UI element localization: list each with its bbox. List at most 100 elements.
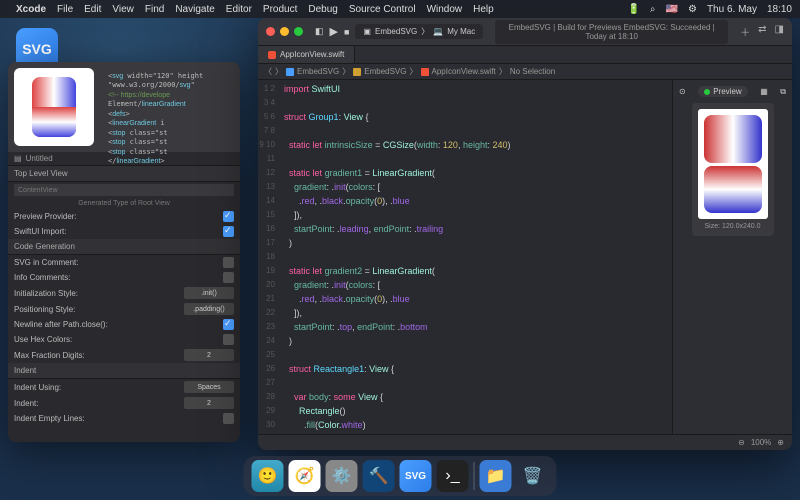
section-toplevel: Top Level View (8, 166, 240, 182)
checkbox[interactable] (223, 334, 234, 345)
setting-label: Use Hex Colors: (14, 335, 72, 344)
code-editor[interactable]: 1 2 3 4 5 6 7 8 9 10 11 12 13 14 15 16 1… (258, 80, 672, 434)
nav-back-icon[interactable]: 〈 (264, 66, 272, 77)
canvas-device-icon[interactable]: ▦ (760, 87, 768, 96)
checkbox[interactable] (223, 257, 234, 268)
svgshaper-window: <svg width="120" height"www.w3.org/2000/… (8, 62, 240, 442)
setting-row: Max Fraction Digits:2 (8, 347, 240, 363)
preview-canvas: ⊙ Preview ▦ ⧉ Size: 120.0x240.0 (672, 80, 792, 434)
zoom-out-icon[interactable]: ⊖ (738, 438, 745, 447)
menu-app[interactable]: Xcode (16, 4, 46, 15)
svg-preview[interactable] (14, 68, 94, 146)
setting-row: Use Hex Colors: (8, 332, 240, 347)
setting-label: Indent: (14, 399, 38, 408)
activity-status: EmbedSVG | Build for Previews EmbedSVG: … (495, 20, 728, 44)
setting-row: Indent Using: Spaces (8, 379, 240, 395)
checkbox[interactable] (223, 319, 234, 330)
select-control[interactable]: .padding() (184, 303, 234, 315)
checkbox[interactable] (223, 413, 234, 424)
menu-window[interactable]: Window (427, 4, 463, 15)
wifi-icon[interactable]: ⌕ (650, 4, 656, 15)
zoom-in-icon[interactable]: ⊕ (777, 438, 784, 447)
dock-svgshaper[interactable]: SVG (400, 460, 432, 492)
nav-fwd-icon[interactable]: 〉 (275, 66, 283, 77)
section-indent: Indent (8, 363, 240, 379)
canvas-frame[interactable]: Size: 120.0x240.0 (692, 103, 774, 236)
setting-label: Indent Using: (14, 383, 61, 392)
dock-finder[interactable]: 🙂 (252, 460, 284, 492)
xcode-window: ◧ ▶ ■ ▣EmbedSVG〉💻My Mac EmbedSVG | Build… (258, 18, 792, 450)
setting-row: SVG in Comment: (8, 255, 240, 270)
checkbox[interactable] (223, 211, 234, 222)
canvas-pin-icon[interactable]: ⊙ (679, 87, 686, 96)
menubar-date[interactable]: Thu 6. May (707, 4, 757, 15)
menu-debug[interactable]: Debug (308, 4, 337, 15)
setting-row: Newline after Path.close(): (8, 317, 240, 332)
inspectors-toggle-icon[interactable]: ◨ (775, 24, 784, 39)
dock-downloads[interactable]: 📁 (480, 460, 512, 492)
setting-row: Positioning Style: .padding() (8, 301, 240, 317)
menubar-time[interactable]: 18:10 (767, 4, 792, 15)
select-control[interactable]: 2 (184, 349, 234, 361)
menu-editor[interactable]: Editor (226, 4, 252, 15)
run-button[interactable]: ▶ (330, 25, 338, 38)
setting-label: Preview Provider: (14, 212, 77, 221)
library-icon[interactable]: ＋ (740, 24, 750, 39)
menu-edit[interactable]: Edit (84, 4, 101, 15)
dock-xcode[interactable]: 🔨 (363, 460, 395, 492)
swift-file-icon (268, 51, 276, 59)
setting-label: SwiftUI Import: (14, 227, 66, 236)
control-center-icon[interactable]: ⚙ (688, 4, 697, 15)
battery-icon[interactable]: 🔋 (627, 4, 639, 15)
canvas-preview-pill[interactable]: Preview (698, 86, 747, 97)
setting-row: Info Comments: (8, 270, 240, 285)
dock-settings[interactable]: ⚙️ (326, 460, 358, 492)
menu-view[interactable]: View (112, 4, 134, 15)
checkbox[interactable] (223, 226, 234, 237)
menubar: Xcode File Edit View Find Navigate Edito… (0, 0, 800, 18)
window-controls[interactable] (266, 27, 303, 36)
stop-button[interactable]: ■ (344, 27, 349, 37)
dock-safari[interactable]: 🧭 (289, 460, 321, 492)
section-codegen: Code Generation (8, 239, 240, 255)
menu-product[interactable]: Product (263, 4, 297, 15)
flag-icon[interactable]: 🇺🇸 (666, 4, 678, 15)
setting-label: Newline after Path.close(): (14, 320, 108, 329)
select-control[interactable]: Spaces (184, 381, 234, 393)
menu-navigate[interactable]: Navigate (175, 4, 214, 15)
line-gutter: 1 2 3 4 5 6 7 8 9 10 11 12 13 14 15 16 1… (258, 80, 280, 434)
menu-find[interactable]: Find (145, 4, 164, 15)
select-control[interactable]: .init() (184, 287, 234, 299)
doc-icon: ▤ (14, 154, 22, 163)
setting-row: Indent: 2 (8, 395, 240, 411)
code-content[interactable]: import SwiftUI struct Group1: View { sta… (280, 80, 672, 434)
doc-title: Untitled (26, 154, 53, 163)
canvas-size-label: Size: 120.0x240.0 (698, 223, 768, 230)
scheme-selector[interactable]: ▣EmbedSVG〉💻My Mac (355, 24, 483, 39)
zoom-level[interactable]: 100% (751, 438, 771, 447)
dock-trash[interactable]: 🗑️ (517, 460, 549, 492)
root-view-input[interactable] (14, 184, 234, 196)
dock-terminal[interactable]: ›_ (437, 460, 469, 492)
setting-row: Indent Empty Lines: (8, 411, 240, 426)
setting-label: Indent Empty Lines: (14, 414, 85, 423)
setting-label: Info Comments: (14, 273, 70, 282)
tab-appiconview[interactable]: AppIconView.swift (258, 46, 355, 63)
root-view-sub: Generated Type of Root View (8, 198, 240, 209)
code-review-icon[interactable]: ⇄ (758, 24, 766, 39)
checkbox[interactable] (223, 272, 234, 283)
select-control[interactable]: 2 (184, 397, 234, 409)
sidebar-toggle-icon[interactable]: ◧ (315, 26, 324, 37)
setting-label: Positioning Style: (14, 305, 75, 314)
canvas-duplicate-icon[interactable]: ⧉ (780, 87, 786, 97)
menu-sourcecontrol[interactable]: Source Control (349, 4, 416, 15)
svg-source-snippet[interactable]: <svg width="120" height"www.w3.org/2000/… (102, 68, 209, 146)
dock: 🙂 🧭 ⚙️ 🔨 SVG ›_ 📁 🗑️ (244, 456, 557, 496)
editor-tabs: AppIconView.swift (258, 46, 792, 64)
menu-help[interactable]: Help (473, 4, 494, 15)
menu-file[interactable]: File (57, 4, 73, 15)
setting-row: Preview Provider: (8, 209, 240, 224)
jump-bar[interactable]: 〈 〉 EmbedSVG〉 EmbedSVG〉 AppIconView.swif… (258, 64, 792, 80)
xcode-toolbar: ◧ ▶ ■ ▣EmbedSVG〉💻My Mac EmbedSVG | Build… (258, 18, 792, 46)
setting-row: SwiftUI Import: (8, 224, 240, 239)
